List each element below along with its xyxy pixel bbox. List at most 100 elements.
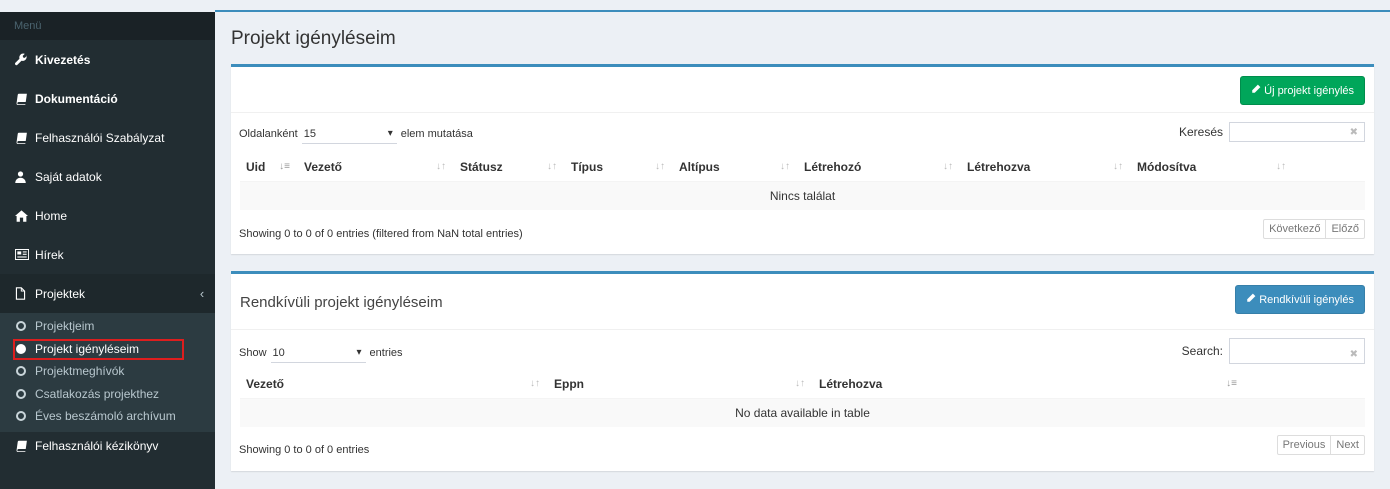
special-request-button[interactable]: Rendkívüli igénylés xyxy=(1235,285,1365,314)
sort-asc-icon: ↓≡ xyxy=(279,161,290,172)
book-icon xyxy=(15,93,35,105)
clear-icon[interactable]: ✖ xyxy=(1350,349,1358,360)
file-icon xyxy=(15,287,35,300)
sort-icon: ↓↑ xyxy=(436,161,446,172)
sidebar-item-dokumentacio[interactable]: Dokumentáció xyxy=(0,79,215,118)
pencil-icon xyxy=(1251,84,1261,97)
highlight-box xyxy=(13,338,184,360)
table-row: No data available in table xyxy=(240,397,1365,427)
submenu-item-label: Éves beszámoló archívum xyxy=(35,409,176,424)
submenu-item-eves-beszamolo-archivum[interactable]: Éves beszámoló archívum xyxy=(0,405,215,428)
sidebar-item-label: Felhasználói kézikönyv xyxy=(35,438,159,453)
sidebar: Menü Kivezetés Dokumentáció Felhasználói… xyxy=(0,12,215,489)
column-header[interactable]: Létrehozva ↓≡ xyxy=(813,370,1245,399)
column-header[interactable]: Altípus ↓↑ xyxy=(673,153,798,182)
clear-icon[interactable]: ✖ xyxy=(1350,127,1358,138)
column-header[interactable]: Státusz ↓↑ xyxy=(454,153,565,182)
box-title: Rendkívüli projekt igényléseim xyxy=(240,294,443,311)
pager-prev-button[interactable]: Previous xyxy=(1278,436,1331,454)
empty-message: Nincs találat xyxy=(240,180,1365,210)
new-project-request-button[interactable]: Új projekt igénylés xyxy=(1240,76,1365,105)
column-header[interactable]: Módosítva ↓↑ xyxy=(1131,153,1294,182)
search-label: Search: xyxy=(1181,344,1223,358)
special-requests-table: Vezető ↓↑ Eppn ↓↑ Létrehozva ↓≡ No data ava… xyxy=(240,370,1365,427)
search-input[interactable]: ✖ xyxy=(1229,122,1365,142)
table-row: Nincs találat xyxy=(240,180,1365,210)
table-info: Showing 0 to 0 of 0 entries (filtered fr… xyxy=(239,228,523,240)
sidebar-item-felhasznaloi-kezikonyv[interactable]: Felhasználói kézikönyv xyxy=(0,432,215,460)
length-suffix: elem mutatása xyxy=(400,128,473,140)
sort-icon: ↓↑ xyxy=(943,161,953,172)
sidebar-header: Menü xyxy=(0,12,215,40)
column-header[interactable]: Létrehozó ↓↑ xyxy=(798,153,961,182)
submenu-item-csatlakozas-projekthez[interactable]: Csatlakozás projekthez xyxy=(0,383,215,406)
sidebar-item-label: Felhasználói Szabályzat xyxy=(35,130,165,145)
submenu-item-projekt-igenyleseim[interactable]: Projekt igényléseim xyxy=(0,338,215,361)
page-length-value: 10 xyxy=(272,346,285,359)
column-header[interactable]: Vezető ↓↑ xyxy=(240,370,548,399)
pager-prev-button[interactable]: Előző xyxy=(1325,220,1364,238)
sidebar-item-sajat-adatok[interactable]: Saját adatok xyxy=(0,157,215,196)
search-control: Keresés ✖ xyxy=(1179,122,1365,142)
empty-message: No data available in table xyxy=(240,397,1365,427)
submenu-item-label: Projektmeghívók xyxy=(35,364,125,379)
circle-icon xyxy=(16,388,26,399)
submenu-item-label: Csatlakozás projekthez xyxy=(35,386,160,401)
column-header xyxy=(1294,153,1365,182)
column-header[interactable]: Típus ↓↑ xyxy=(565,153,673,182)
length-suffix: entries xyxy=(369,347,403,359)
search-control: Search: ✖ xyxy=(1182,338,1365,364)
sidebar-item-hirek[interactable]: Hírek xyxy=(0,235,215,274)
top-accent-bar xyxy=(215,10,1390,12)
home-icon xyxy=(15,209,35,222)
newspaper-icon xyxy=(15,249,35,260)
circle-icon xyxy=(16,411,26,422)
sort-icon: ↓↑ xyxy=(1276,161,1286,172)
sort-asc-icon: ↓≡ xyxy=(1226,378,1237,389)
divider xyxy=(231,329,1374,330)
book-icon xyxy=(15,440,35,452)
project-requests-table: Uid ↓≡ Vezető ↓↑ Státusz ↓↑ Típus ↓↑ Altípus… xyxy=(240,153,1365,210)
page-length-control: Oldalanként 15 ▾ elem mutatása xyxy=(239,124,473,144)
sort-icon: ↓↑ xyxy=(1113,161,1123,172)
page-length-select[interactable]: 15 ▾ xyxy=(301,124,397,144)
search-input[interactable]: ✖ xyxy=(1229,338,1365,364)
chevron-left-icon: ‹ xyxy=(199,286,205,301)
sidebar-item-label: Dokumentáció xyxy=(35,91,118,106)
search-label: Keresés xyxy=(1178,125,1223,139)
pager-next-button[interactable]: Next xyxy=(1330,436,1364,454)
submenu-item-projektmeghivok[interactable]: Projektmeghívók xyxy=(0,360,215,383)
sidebar-item-label: Kivezetés xyxy=(35,52,91,67)
sidebar-item-felhasznaloi-szabalyzat[interactable]: Felhasználói Szabályzat xyxy=(0,118,215,157)
length-prefix: Oldalanként xyxy=(239,128,298,140)
sort-icon: ↓↑ xyxy=(530,378,540,389)
chevron-down-icon: ▾ xyxy=(356,347,362,358)
pagination: Previous Next xyxy=(1276,435,1365,455)
column-header[interactable]: Eppn ↓↑ xyxy=(548,370,813,399)
column-header[interactable]: Uid ↓≡ xyxy=(240,153,298,182)
column-header[interactable]: Létrehozva ↓↑ xyxy=(961,153,1131,182)
book-icon xyxy=(15,132,35,144)
special-project-requests-box: Rendkívüli projekt igényléseim Rendkívül… xyxy=(231,271,1374,471)
sidebar-item-kivezetes[interactable]: Kivezetés xyxy=(0,40,215,79)
page-length-select[interactable]: 10 ▾ xyxy=(270,343,366,363)
column-header[interactable]: Vezető ↓↑ xyxy=(298,153,454,182)
sort-icon: ↓↑ xyxy=(655,161,665,172)
pager-next-button[interactable]: Következő xyxy=(1264,220,1325,238)
sort-icon: ↓↑ xyxy=(780,161,790,172)
sort-icon: ↓↑ xyxy=(795,378,805,389)
page-length-value: 15 xyxy=(303,127,316,140)
wrench-icon xyxy=(15,53,35,66)
sidebar-item-home[interactable]: Home xyxy=(0,196,215,235)
circle-icon xyxy=(16,321,26,332)
table-info: Showing 0 to 0 of 0 entries xyxy=(239,444,370,456)
pagination: Következő Előző xyxy=(1263,219,1365,239)
chevron-down-icon: ▾ xyxy=(387,128,393,139)
length-prefix: Show xyxy=(239,347,267,359)
divider xyxy=(231,112,1374,113)
sidebar-item-projektek[interactable]: Projektek ‹ xyxy=(0,274,215,313)
submenu-item-projektjeim[interactable]: Projektjeim xyxy=(0,315,215,338)
sidebar-item-label: Projektek xyxy=(35,286,86,301)
sidebar-item-label: Hírek xyxy=(35,247,64,262)
pencil-icon xyxy=(1246,293,1256,306)
